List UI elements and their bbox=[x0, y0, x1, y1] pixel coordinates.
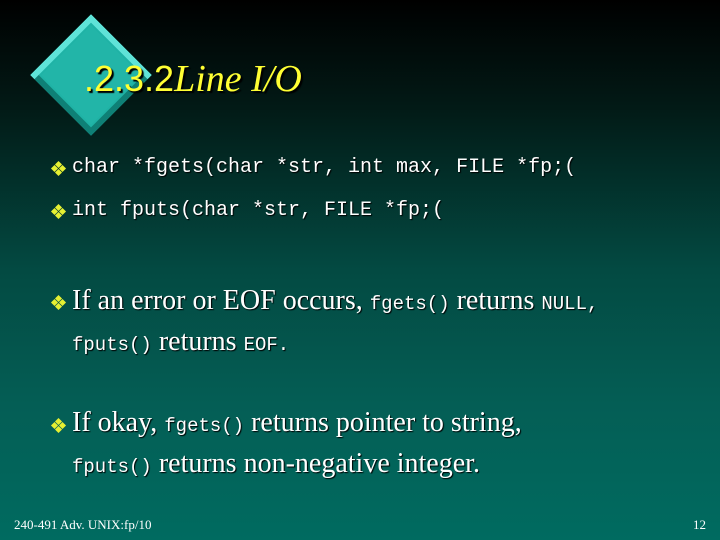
text: returns bbox=[449, 285, 542, 316]
text: returns non-negative integer. bbox=[151, 448, 480, 479]
diamond-bullet-icon bbox=[50, 417, 67, 434]
text: If okay, bbox=[72, 407, 165, 438]
code-eof: EOF. bbox=[243, 334, 290, 356]
bullet-okay-line2: fputs() returns non-negative integer. bbox=[72, 448, 480, 480]
code-fputs: fputs() bbox=[72, 456, 152, 478]
text: returns bbox=[151, 326, 244, 357]
bullet-okay-line1: If okay, fgets() returns pointer to stri… bbox=[72, 407, 522, 439]
bullet-error-line2: fputs() returns EOF. bbox=[72, 326, 289, 358]
slide-title-text: Line I/O bbox=[174, 58, 302, 100]
diamond-bullet-icon bbox=[50, 203, 67, 220]
slide-title: .2.3.2Line I/O bbox=[84, 57, 302, 101]
text: If an error or EOF occurs, bbox=[72, 285, 370, 316]
footer-course-label: 240-491 Adv. UNIX:fp/10 bbox=[14, 517, 152, 532]
bullet-fputs-prototype: int fputs(char *str, FILE *fp;( bbox=[72, 199, 445, 222]
diamond-bullet-icon bbox=[50, 160, 67, 177]
page-number: 12 bbox=[693, 517, 706, 532]
diamond-bullet-icon bbox=[50, 294, 67, 311]
code-fputs: fputs() bbox=[72, 334, 152, 356]
code-null: NULL, bbox=[541, 293, 599, 315]
slide-title-number: .2.3.2 bbox=[84, 58, 175, 99]
code-fgets: fgets() bbox=[369, 293, 450, 315]
text: returns pointer to string, bbox=[244, 407, 522, 438]
bullet-error-line1: If an error or EOF occurs, fgets() retur… bbox=[72, 285, 598, 317]
code-fgets: fgets() bbox=[164, 415, 245, 437]
bullet-fgets-prototype: char *fgets(char *str, int max, FILE *fp… bbox=[72, 156, 577, 179]
